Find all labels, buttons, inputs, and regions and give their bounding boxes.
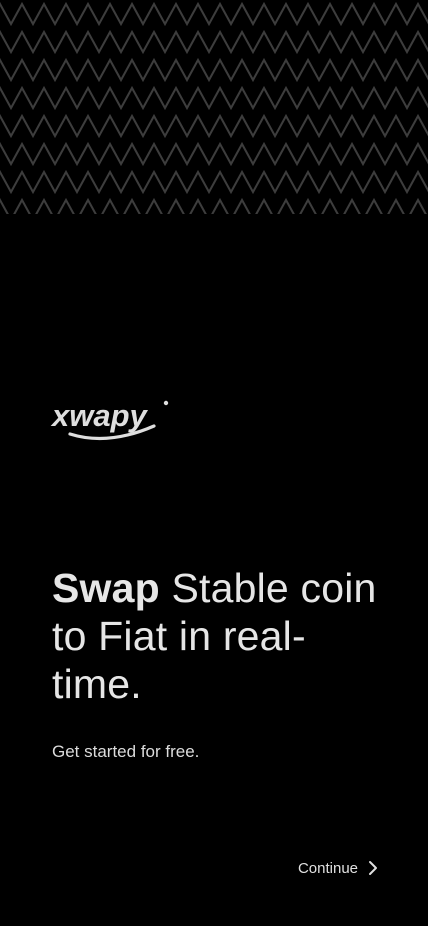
xwapy-logo: xwapy bbox=[50, 396, 174, 444]
zigzag-pattern bbox=[0, 0, 428, 214]
hero-headline: Swap Stable coin to Fiat in real-time. bbox=[52, 564, 392, 708]
logo-wordmark: xwapy bbox=[50, 398, 149, 433]
headline-strong: Swap bbox=[52, 565, 160, 611]
chevron-right-icon bbox=[369, 861, 377, 875]
hero-subtitle: Get started for free. bbox=[52, 742, 200, 761]
continue-label: Continue bbox=[297, 859, 358, 877]
continue-button[interactable]: Continue bbox=[298, 856, 378, 880]
